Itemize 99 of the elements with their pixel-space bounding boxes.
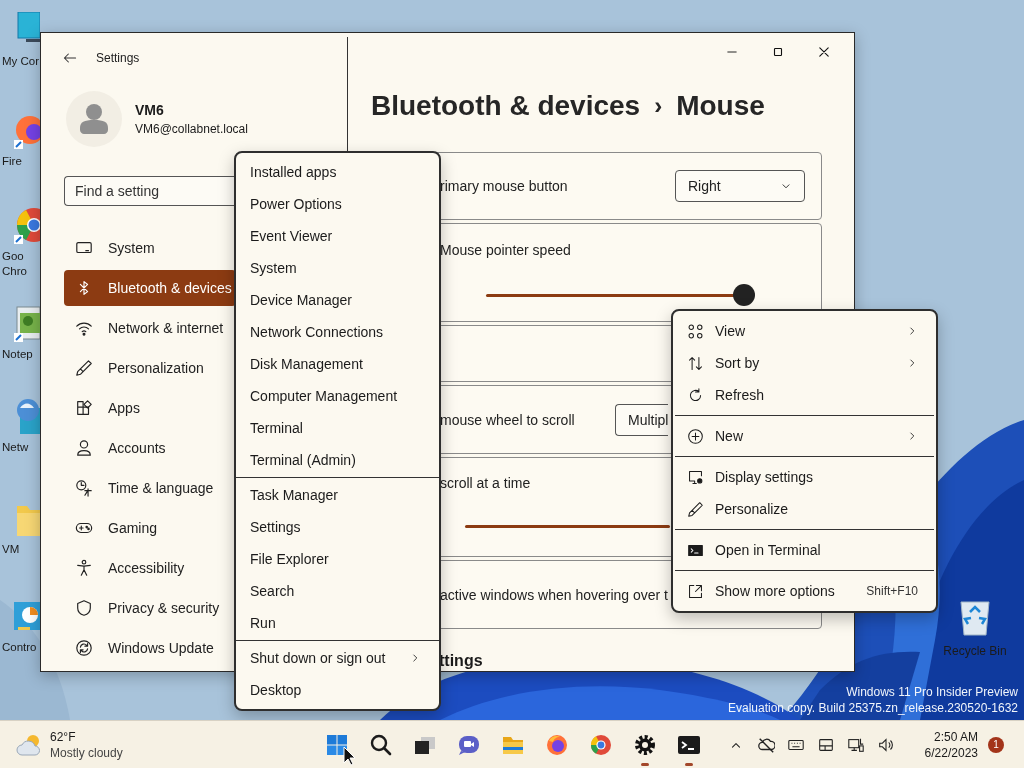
menu-item[interactable]: Refresh: [673, 379, 936, 411]
nav-item[interactable]: Personalization: [64, 350, 236, 386]
four-squares-icon: [325, 732, 349, 757]
person-icon: [75, 439, 93, 457]
window-title: Settings: [96, 51, 140, 65]
refresh-icon: [687, 386, 704, 404]
icon-label: Netw: [1, 440, 30, 455]
grid-icon: [687, 322, 704, 340]
menu-item[interactable]: Show more options Shift+F10: [673, 575, 936, 607]
icon-label: VM: [1, 542, 21, 557]
sync-icon: [75, 639, 93, 657]
menu-item[interactable]: Terminal (Admin): [236, 444, 439, 476]
menu-item[interactable]: File Explorer: [236, 543, 439, 575]
menu-item[interactable]: New: [673, 420, 936, 452]
icon-label: Goo Chro: [1, 249, 28, 279]
search-field[interactable]: Find a setting: [64, 176, 234, 206]
menu-item[interactable]: Personalize: [673, 493, 936, 525]
menu-item[interactable]: Search: [236, 575, 439, 607]
cloud-off-icon: [756, 735, 775, 754]
notification-badge[interactable]: 1: [988, 736, 1004, 753]
pointer-icon: [343, 746, 356, 766]
menu-item[interactable]: Open in Terminal: [673, 534, 936, 566]
menu-item[interactable]: Installed apps: [236, 156, 439, 188]
back-button[interactable]: [62, 50, 78, 66]
running-indicator: [641, 762, 649, 766]
clock-language-icon: [75, 479, 93, 497]
wifi-icon: [75, 319, 93, 337]
nav-item[interactable]: Apps: [64, 390, 236, 426]
user-email: VM6@collabnet.local: [135, 122, 248, 136]
close-icon: [817, 45, 831, 59]
icon-label: Notep: [1, 347, 34, 362]
menu-item[interactable]: Terminal: [236, 412, 439, 444]
clock-button[interactable]: 2:50 AM 6/22/2023: [924, 728, 978, 761]
recycle-bin-icon[interactable]: [958, 598, 992, 636]
setting-label: rimary mouse button: [440, 178, 568, 194]
page-title: Mouse: [676, 89, 765, 123]
dropdown[interactable]: Multipl: [615, 403, 668, 436]
icon-label: Fire: [1, 154, 23, 169]
evaluation-notice: Evaluation copy. Build 25375.zn_release.230520-1632: [728, 700, 1018, 716]
menu-item[interactable]: Desktop: [236, 674, 439, 706]
nav-item[interactable]: Privacy & security: [64, 590, 236, 626]
back-arrow-icon: [62, 50, 78, 66]
browser-icon: [589, 732, 613, 757]
weather-condition: Mostly cloudy: [50, 744, 123, 761]
search-icon: [369, 732, 393, 757]
icon-label: My Cor: [1, 54, 40, 69]
breadcrumb-link[interactable]: Bluetooth & devices: [371, 88, 641, 124]
user-name: VM6: [135, 102, 165, 118]
weather-temperature: 62°F: [50, 728, 77, 745]
menu-item[interactable]: Settings: [236, 511, 439, 543]
avatar-icon: [80, 104, 108, 134]
menu-item[interactable]: Display settings: [673, 461, 936, 493]
nav-item[interactable]: Accounts: [64, 430, 236, 466]
nav-item[interactable]: Time & language: [64, 470, 236, 506]
nav-item[interactable]: System: [64, 230, 236, 266]
menu-item[interactable]: Network Connections: [236, 316, 439, 348]
apps-icon: [75, 399, 93, 417]
slider-thumb[interactable]: [733, 284, 755, 306]
nav-item[interactable]: Windows Update: [64, 630, 236, 666]
breadcrumb-separator: ›: [654, 91, 663, 121]
setting-label: scroll at a time: [440, 475, 531, 491]
icon-label: Recycle Bin: [943, 644, 1007, 658]
plus-circle-icon: [687, 427, 704, 445]
nav-item[interactable]: Bluetooth & devices: [64, 270, 236, 306]
gear-icon: [633, 732, 657, 757]
menu-item[interactable]: Event Viewer: [236, 220, 439, 252]
menu-item[interactable]: Device Manager: [236, 284, 439, 316]
monitor-gear-icon: [687, 468, 704, 486]
menu-item[interactable]: Computer Management: [236, 380, 439, 412]
nav-item[interactable]: Gaming: [64, 510, 236, 546]
maximize-icon: [771, 45, 785, 59]
menu-item[interactable]: System: [236, 252, 439, 284]
brush-icon: [75, 359, 93, 377]
menu-item[interactable]: Power Options: [236, 188, 439, 220]
menu-item[interactable]: Run: [236, 607, 439, 639]
setting-label: Mouse pointer speed: [440, 242, 571, 258]
running-indicator: [685, 762, 693, 766]
evaluation-notice: Windows 11 Pro Insider Preview: [846, 684, 1018, 700]
brush-icon: [687, 500, 704, 518]
icon-label: Contro: [1, 640, 38, 655]
menu-item[interactable]: Task Manager: [236, 479, 439, 511]
menu-item[interactable]: View: [673, 315, 936, 347]
sort-arrows-icon: [687, 354, 704, 372]
nav-item[interactable]: Accessibility: [64, 550, 236, 586]
setting-label: active windows when hovering over t: [440, 586, 668, 603]
shield-icon: [75, 599, 93, 617]
slider-track[interactable]: [465, 525, 670, 528]
nav-item[interactable]: Network & internet: [64, 310, 236, 346]
section-heading: ttings: [439, 651, 484, 671]
volume-icon: [876, 735, 895, 754]
setting-label: mouse wheel to scroll: [440, 411, 575, 428]
expand-icon: [687, 582, 704, 600]
dropdown[interactable]: Right: [675, 170, 805, 202]
menu-item[interactable]: Shut down or sign out: [236, 642, 439, 674]
menu-item[interactable]: Disk Management: [236, 348, 439, 380]
shortcut-hint: Shift+F10: [866, 584, 918, 598]
fox-browser-icon: [545, 732, 569, 757]
menu-item[interactable]: Sort by: [673, 347, 936, 379]
accessibility-icon: [75, 559, 93, 577]
